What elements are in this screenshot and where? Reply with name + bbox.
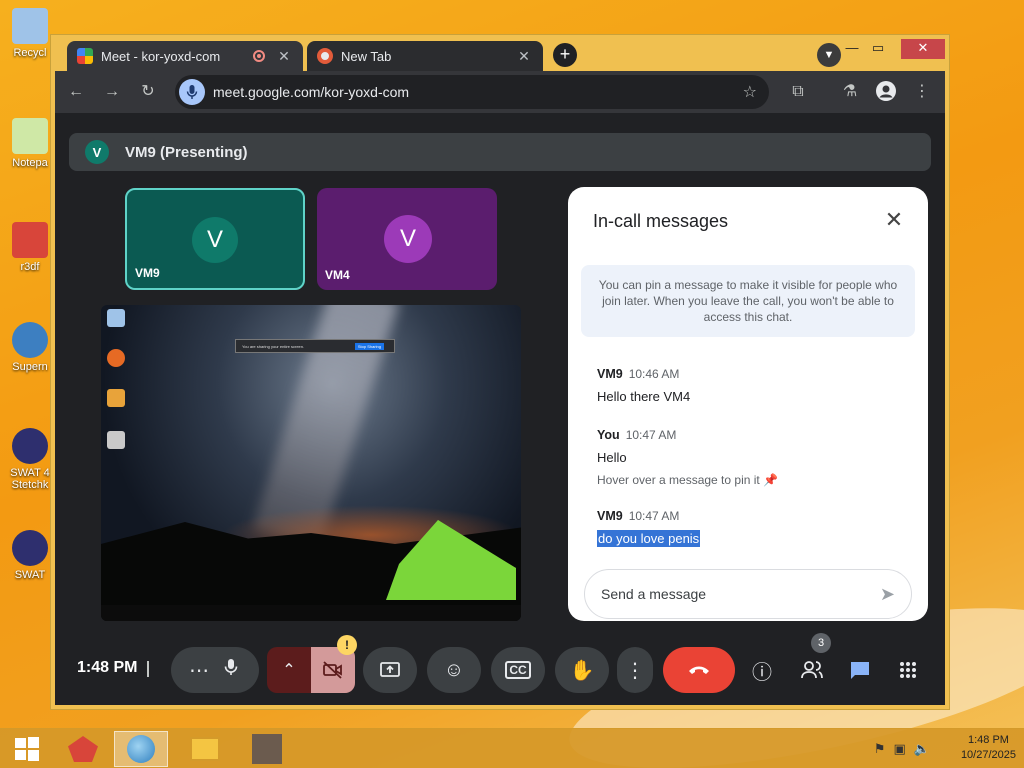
shared-screen-view[interactable]: You are sharing your entire screen. Stop… bbox=[101, 305, 521, 621]
audio-control-group: ⋯ bbox=[171, 647, 259, 693]
chat-message[interactable]: You 10:47 AM Hello Hover over a message t… bbox=[597, 428, 778, 487]
participant-count-badge: 3 bbox=[811, 633, 831, 653]
send-icon[interactable]: ➤ bbox=[880, 584, 895, 605]
swat-icon bbox=[12, 530, 48, 566]
browser-window: Meet - kor-yoxd-com ✕ New Tab ✕ + ▼ — ▭ … bbox=[50, 34, 950, 710]
tab-meet[interactable]: Meet - kor-yoxd-com ✕ bbox=[67, 41, 303, 71]
browser-menu-icon[interactable]: ⋮ bbox=[911, 81, 933, 103]
desktop-icon-notepad[interactable]: Notepa bbox=[4, 118, 56, 169]
app-icon bbox=[252, 734, 282, 764]
avatar: V bbox=[192, 217, 238, 263]
reload-icon[interactable]: ↻ bbox=[137, 81, 159, 103]
forward-arrow-icon[interactable]: → bbox=[101, 81, 123, 103]
message-composer: ➤ bbox=[584, 569, 912, 619]
desktop-icon-swat[interactable]: SWAT bbox=[4, 530, 56, 581]
present-screen-button[interactable] bbox=[363, 647, 417, 693]
mini-firefox-icon bbox=[107, 349, 125, 367]
activities-grid-icon[interactable] bbox=[891, 653, 925, 687]
minimize-icon[interactable]: — bbox=[839, 39, 865, 59]
in-call-messages-panel: In-call messages ✕ You can pin a message… bbox=[568, 187, 928, 621]
sharing-banner: You are sharing your entire screen. Stop… bbox=[235, 339, 395, 353]
call-controls: 1:48 PM ⋯ ⌃ ! ☺ CC ✋ ⋮ ⓘ 3 bbox=[55, 633, 945, 705]
taskbar-file-explorer[interactable] bbox=[178, 731, 232, 767]
r3df-icon bbox=[68, 736, 98, 762]
participant-tile-vm4[interactable]: V VM4 bbox=[317, 188, 497, 290]
start-button[interactable] bbox=[0, 731, 54, 767]
mini-taskbar bbox=[101, 605, 521, 621]
mini-folder-icon bbox=[107, 389, 125, 407]
chat-message[interactable]: VM9 10:47 AM do you love penis bbox=[597, 509, 701, 547]
chat-title: In-call messages bbox=[593, 211, 729, 231]
call-clock: 1:48 PM bbox=[77, 659, 138, 676]
mini-recycle-bin-icon bbox=[107, 309, 125, 327]
system-clock[interactable]: 1:48 PM 10/27/2025 bbox=[961, 733, 1016, 763]
camera-warning-badge: ! bbox=[337, 635, 357, 655]
back-arrow-icon[interactable]: ← bbox=[65, 81, 87, 103]
recording-icon bbox=[253, 50, 265, 62]
extensions-puzzle-icon[interactable]: ⧉ bbox=[787, 81, 809, 103]
participant-tile-vm9[interactable]: V VM9 bbox=[125, 188, 305, 290]
r3df-icon bbox=[12, 222, 48, 258]
taskbar-browser[interactable] bbox=[114, 731, 168, 767]
microphone-button[interactable] bbox=[221, 657, 241, 683]
tab-new-tab[interactable]: New Tab ✕ bbox=[307, 41, 543, 71]
pin-hint: Hover over a message to pin it bbox=[597, 473, 760, 487]
swat-icon bbox=[12, 428, 48, 464]
folder-icon bbox=[190, 737, 220, 761]
browser-toolbar: ← → ↻ meet.google.com/kor-yoxd-com ☆ ⧉ ⚗… bbox=[55, 71, 945, 113]
presenter-avatar: V bbox=[85, 140, 109, 164]
presenter-bar: V VM9 (Presenting) bbox=[69, 133, 931, 171]
pin-notice: You can pin a message to make it visible… bbox=[581, 265, 915, 337]
desktop-icon-r3df[interactable]: r3df bbox=[4, 222, 56, 273]
more-options-button[interactable]: ⋮ bbox=[617, 647, 653, 693]
captions-icon: CC bbox=[505, 661, 531, 679]
desktop-icon-swat4-stetchkov[interactable]: SWAT 4 Stetchk bbox=[4, 428, 56, 491]
window-close-icon[interactable]: ✕ bbox=[901, 39, 945, 59]
captions-button[interactable]: CC bbox=[491, 647, 545, 693]
site-info-mic-icon[interactable] bbox=[179, 79, 205, 105]
close-icon[interactable]: ✕ bbox=[880, 207, 908, 233]
taskbar-app[interactable] bbox=[240, 731, 294, 767]
bookmark-star-icon[interactable]: ☆ bbox=[743, 82, 757, 102]
notepad-icon bbox=[12, 118, 48, 154]
desktop-icon-supern[interactable]: Supern bbox=[4, 322, 56, 373]
people-icon[interactable] bbox=[795, 653, 829, 687]
close-tab-icon[interactable]: ✕ bbox=[275, 48, 293, 65]
close-tab-icon[interactable]: ✕ bbox=[515, 48, 533, 65]
new-tab-favicon-icon bbox=[317, 48, 333, 64]
mini-app-icon bbox=[107, 431, 125, 449]
url-text: meet.google.com/kor-yoxd-com bbox=[213, 84, 410, 100]
meeting-info-icon[interactable]: ⓘ bbox=[745, 653, 779, 687]
stop-sharing-button: Stop Sharing bbox=[354, 342, 384, 350]
system-tray-icons[interactable]: ⚑▣🔈 bbox=[874, 741, 938, 757]
tab-strip: Meet - kor-yoxd-com ✕ New Tab ✕ + ▼ — ▭ … bbox=[55, 37, 945, 71]
leave-call-button[interactable] bbox=[663, 647, 735, 693]
raise-hand-button[interactable]: ✋ bbox=[555, 647, 609, 693]
new-tab-button[interactable]: + bbox=[553, 43, 577, 67]
tab-search-chevron-icon[interactable]: ▼ bbox=[817, 43, 841, 67]
chat-icon[interactable] bbox=[843, 653, 877, 687]
globe-icon bbox=[127, 735, 155, 763]
profile-avatar-icon[interactable] bbox=[875, 81, 897, 103]
taskbar-r3df[interactable] bbox=[56, 731, 110, 767]
recycle-bin-icon bbox=[12, 8, 48, 44]
globe-icon bbox=[12, 322, 48, 358]
meet-call-area: V VM9 (Presenting) V VM9 V VM4 You are s… bbox=[55, 113, 945, 705]
meet-favicon-icon bbox=[77, 48, 93, 64]
divider bbox=[147, 661, 149, 677]
send-message-input[interactable] bbox=[601, 586, 880, 602]
desktop-icon-recycle-bin[interactable]: Recycl bbox=[4, 8, 56, 59]
maximize-icon[interactable]: ▭ bbox=[865, 39, 891, 59]
more-audio-options-icon[interactable]: ⋯ bbox=[189, 658, 209, 683]
chat-message[interactable]: VM9 10:46 AM Hello there VM4 bbox=[597, 367, 690, 404]
camera-options-chevron-up-icon[interactable]: ⌃ bbox=[267, 660, 311, 680]
avatar: V bbox=[384, 215, 432, 263]
labs-flask-icon[interactable]: ⚗ bbox=[839, 81, 861, 103]
selected-message-text: do you love penis bbox=[597, 530, 701, 547]
windows-taskbar: ⚑▣🔈 1:48 PM 10/27/2025 bbox=[0, 728, 1024, 768]
address-bar[interactable]: meet.google.com/kor-yoxd-com ☆ bbox=[175, 75, 769, 109]
emoji-reaction-button[interactable]: ☺ bbox=[427, 647, 481, 693]
pin-icon[interactable]: 📌 bbox=[763, 473, 778, 487]
presenter-label: VM9 (Presenting) bbox=[125, 143, 248, 161]
